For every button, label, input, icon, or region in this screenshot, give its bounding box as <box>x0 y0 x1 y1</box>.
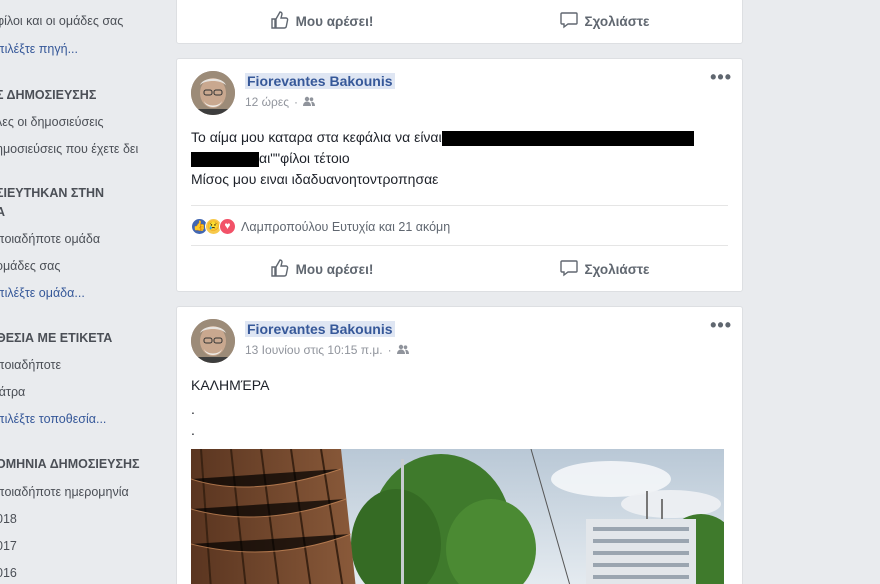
sidebar-item-2016[interactable]: 016 <box>0 566 17 580</box>
post-time[interactable]: 13 Ιουνίου στις 10:15 π.μ. · <box>245 343 409 357</box>
thumbs-up-icon <box>270 258 290 281</box>
avatar[interactable] <box>191 71 235 115</box>
comment-button[interactable]: Σχολιάστε <box>559 10 650 33</box>
sidebar-item-2017[interactable]: 017 <box>0 539 17 553</box>
sidebar-item-posts-seen[interactable]: ημοσιεύσεις που έχετε δει <box>0 142 138 156</box>
reactions-summary[interactable]: 👍 😢 ♥ Λαμπροπούλου Ευτυχία και 21 ακόμη <box>191 218 450 235</box>
post-body: Το αίμα μου καταρα στα κεφάλια να είναι … <box>191 127 694 190</box>
search-filter-sidebar: φίλοι και οι ομάδες σας πιλέξτε πηγή... … <box>0 0 165 584</box>
post-card-previous: Μου αρέσει! Σχολιάστε <box>176 0 743 44</box>
friends-privacy-icon[interactable] <box>303 95 316 109</box>
post-card-2: Fiorevantes Bakounis 13 Ιουνίου στις 10:… <box>176 306 743 584</box>
sidebar-link-choose-source[interactable]: πιλέξτε πηγή... <box>0 42 78 56</box>
sidebar-heading-posted-in-group: ΣΙΕΥΤΗΚΑΝ ΣΤΗΝ <box>0 186 105 200</box>
sidebar-item-2018[interactable]: 018 <box>0 512 17 526</box>
timestamp[interactable]: 13 Ιουνίου στις 10:15 π.μ. <box>245 343 383 357</box>
love-reaction-icon: ♥ <box>219 218 236 235</box>
divider <box>191 245 728 246</box>
post-actions-bar: Μου αρέσει! Σχολιάστε <box>177 251 742 287</box>
more-options-icon[interactable]: ••• <box>710 315 732 336</box>
like-button[interactable]: Μου αρέσει! <box>270 10 374 33</box>
comment-label: Σχολιάστε <box>584 13 650 29</box>
reactions-text[interactable]: Λαμπροπούλου Ευτυχία και 21 ακόμη <box>241 220 450 234</box>
post-line-3: Μίσος μου ειναι ιδαδυανοητοντροπησαε <box>191 171 439 187</box>
sidebar-item-your-groups[interactable]: ομάδες σας <box>0 259 60 273</box>
post-body: ΚΑΛΗΜΈΡΑ . . <box>191 375 269 441</box>
friends-privacy-icon[interactable] <box>396 343 409 357</box>
right-column-background <box>752 0 880 584</box>
more-options-icon[interactable]: ••• <box>710 67 732 88</box>
avatar[interactable] <box>191 319 235 363</box>
post-time[interactable]: 12 ώρες · <box>245 95 395 109</box>
sidebar-heading-post-type: Σ ΔΗΜΟΣΙΕΥΣΗΣ <box>0 88 97 102</box>
post-photo[interactable] <box>191 449 724 584</box>
sidebar-link-choose-group[interactable]: πιλέξτε ομάδα... <box>0 286 85 300</box>
thumbs-up-icon <box>270 10 290 33</box>
comment-icon <box>559 10 579 33</box>
redaction-bar <box>441 130 550 146</box>
post-header: Fiorevantes Bakounis 12 ώρες · <box>191 71 395 115</box>
sidebar-item-any-date[interactable]: ποιαδήποτε ημερομηνία <box>0 485 129 499</box>
sidebar-item-any-location[interactable]: ποιαδήποτε <box>0 358 61 372</box>
sidebar-item-any-group[interactable]: ποιαδήποτε ομάδα <box>0 232 100 246</box>
author-name[interactable]: Fiorevantes Bakounis <box>245 321 395 337</box>
dot-separator: · <box>387 343 392 357</box>
redaction-bar <box>191 151 259 167</box>
post-line-2: αι""φίλοι τέτοιο <box>191 148 694 169</box>
sidebar-item-all-posts[interactable]: λες οι δημοσιεύσεις <box>0 115 104 129</box>
post-card-1: Fiorevantes Bakounis 12 ώρες · ••• Το αί… <box>176 58 743 292</box>
author-name[interactable]: Fiorevantes Bakounis <box>245 73 395 89</box>
sidebar-item-location-patra[interactable]: ιάτρα <box>0 385 25 399</box>
post-line-3: . <box>191 422 195 438</box>
post-actions-bar: Μου αρέσει! Σχολιάστε <box>177 3 742 39</box>
sidebar-heading-tagged-location: ΘΕΣΙΑ ΜΕ ΕΤΙΚΕΤΑ <box>0 331 113 345</box>
like-button[interactable]: Μου αρέσει! <box>270 258 374 281</box>
sidebar-heading-post-date: ΟΜΗΝΙΑ ΔΗΜΟΣΙΕΥΣΗΣ <box>0 457 140 471</box>
post-line-1: Το αίμα μου καταρα στα κεφάλια να είναι <box>191 127 694 148</box>
like-label: Μου αρέσει! <box>295 13 374 29</box>
post-line-1: ΚΑΛΗΜΈΡΑ <box>191 377 270 393</box>
divider <box>191 205 728 206</box>
redaction-bar <box>547 130 694 146</box>
post-text-2: αι""φίλοι τέτοιο <box>259 150 350 166</box>
comment-icon <box>559 258 579 281</box>
comment-label: Σχολιάστε <box>584 261 650 277</box>
like-label: Μου αρέσει! <box>295 261 374 277</box>
post-line-2: . <box>191 401 195 417</box>
post-header: Fiorevantes Bakounis 13 Ιουνίου στις 10:… <box>191 319 409 363</box>
sidebar-heading-posted-in-group-2: Α <box>0 205 6 219</box>
dot-separator: · <box>294 95 299 109</box>
comment-button[interactable]: Σχολιάστε <box>559 258 650 281</box>
sidebar-item-friends-groups[interactable]: φίλοι και οι ομάδες σας <box>0 14 123 28</box>
post-text-1: Το αίμα μου καταρα στα κεφάλια να είναι <box>191 129 442 145</box>
timestamp[interactable]: 12 ώρες <box>245 95 289 109</box>
sidebar-link-choose-location[interactable]: πιλέξτε τοποθεσία... <box>0 412 106 426</box>
